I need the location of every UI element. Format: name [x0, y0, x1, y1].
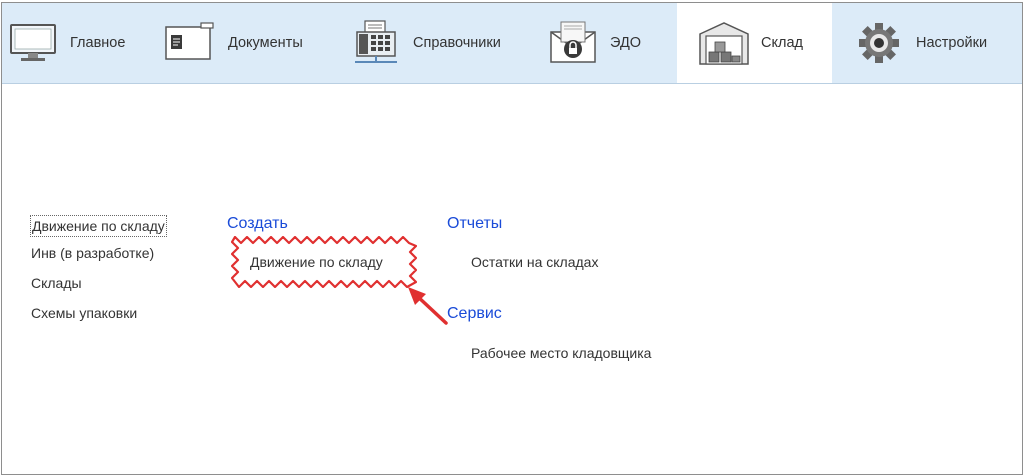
- group-title-create: Создать: [227, 215, 288, 232]
- group-title-reports: Отчеты: [447, 215, 503, 232]
- nav-item-warehouses[interactable]: Склады: [30, 273, 167, 297]
- nav-item-packaging-schemes[interactable]: Схемы упаковки: [30, 303, 167, 327]
- command-storekeeper-workplace[interactable]: Рабочее место кладовщика: [471, 345, 651, 361]
- section-panel: Главное Документы Справочники ЭДО Склад …: [2, 3, 1022, 84]
- warehouse-icon: [693, 13, 755, 73]
- nav-item-inventory[interactable]: Инв (в разработке): [30, 243, 167, 267]
- tab-main[interactable]: Главное: [2, 3, 152, 83]
- documents-icon: [160, 13, 222, 73]
- monitor-icon: [2, 13, 64, 73]
- command-warehouse-balances[interactable]: Остатки на складах: [471, 254, 598, 270]
- tab-label: Главное: [70, 35, 126, 51]
- nav-item-warehouse-movement[interactable]: Движение по складу: [30, 215, 167, 237]
- annotation-arrow: [408, 287, 448, 325]
- fax-directory-icon: [345, 13, 407, 73]
- group-title-service: Сервис: [447, 305, 502, 322]
- command-create-warehouse-movement[interactable]: Движение по складу: [250, 254, 383, 270]
- mail-lock-icon: [542, 13, 604, 73]
- tab-label: Склад: [761, 35, 803, 51]
- section-navigation: Движение по складу Инв (в разработке) Ск…: [30, 215, 167, 333]
- tab-directories[interactable]: Справочники: [337, 3, 532, 83]
- tab-documents[interactable]: Документы: [152, 3, 337, 83]
- app-window: Главное Документы Справочники ЭДО Склад …: [1, 2, 1023, 475]
- tab-warehouse[interactable]: Склад: [677, 3, 832, 83]
- tab-label: Справочники: [413, 35, 501, 51]
- tab-label: ЭДО: [610, 35, 642, 51]
- tab-settings[interactable]: Настройки: [832, 3, 1022, 83]
- tab-edo[interactable]: ЭДО: [532, 3, 677, 83]
- tab-label: Документы: [228, 35, 303, 51]
- gear-icon: [848, 13, 910, 73]
- tab-label: Настройки: [916, 35, 988, 51]
